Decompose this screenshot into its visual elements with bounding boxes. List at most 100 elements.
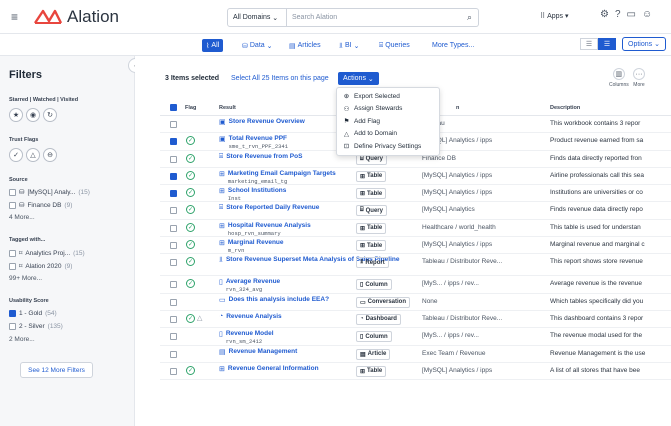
result-title[interactable]: Store Reported Daily Revenue [226,204,319,212]
result-title[interactable]: Revenue General Information [228,365,319,373]
menu-item-privacy-settings[interactable]: ⊡ Define Privacy Settings [337,140,439,153]
result-name[interactable]: ▣ Total Revenue PPF sme_t_rvn_PPF_2341 [219,135,288,150]
result-location[interactable]: [MySQL] Analytics / ipps [422,189,542,196]
checkbox[interactable] [9,249,16,257]
row-checkbox[interactable] [170,298,177,306]
help-icon[interactable]: ? [615,9,621,20]
see-more-filters-button[interactable]: See 12 More Filters [20,362,93,378]
result-title[interactable]: Hospital Revenue Analysis [228,222,311,230]
tab-queries[interactable]: ⌸ Queries [375,39,414,52]
result-title[interactable]: Marginal Revenue [228,239,284,247]
result-name[interactable]: ▣ Store Revenue Overview [219,118,305,126]
row-checkbox[interactable] [170,367,177,375]
table-row[interactable]: ✓ ⌸ Store Reported Daily Revenue ⌸ Query [MyS… [160,202,671,220]
row-checkbox[interactable] [170,207,177,215]
hamburger-menu-icon[interactable]: ≡ [11,10,18,24]
checkbox[interactable] [9,262,16,270]
tag-item[interactable]: ⌑ Analytics Proj... (15) [9,249,85,257]
result-title[interactable]: Average Revenue [226,278,280,286]
row-checkbox[interactable] [170,281,177,289]
result-title[interactable]: Total Revenue PPF [229,135,288,143]
table-row[interactable]: ✓ △ ◔ Revenue Analysis ◔ Dashboard Tableau / D… [160,311,671,329]
result-name[interactable]: ▭ Does this analysis include EEA? [219,296,329,304]
domain-select[interactable]: All Domains ⌄ [227,8,287,27]
user-icon[interactable]: ☺ [642,9,652,20]
tag-more-link[interactable]: 99+ More... [9,275,42,282]
result-location[interactable]: [MySQL] Analytics [422,206,542,213]
select-all-checkbox[interactable] [170,104,177,111]
menu-item-export[interactable]: ⊕ Export Selected [337,90,439,103]
result-location[interactable]: Exec Team / Revenue [422,350,542,357]
star-icon[interactable]: ★ [9,108,23,122]
usability-item[interactable]: 1 - Gold (54) [9,310,57,317]
row-checkbox[interactable] [170,190,177,198]
columns-button[interactable]: ▥ Columns [609,68,629,88]
table-row[interactable]: ✓ ⊞ Revenue General Information ⊞ Table [MySQ… [160,363,671,381]
result-title[interactable]: Revenue Analysis [226,313,281,321]
table-row[interactable]: ▤ Revenue Management ▤ Article Exec Team / R… [160,346,671,363]
source-item[interactable]: ⛁ [MySQL] Analy... (15) [9,188,90,196]
table-row[interactable]: ✓ ⫫ Store Revenue Superset Meta Analysis o… [160,254,671,277]
row-checkbox[interactable] [170,121,177,128]
row-checkbox[interactable] [170,333,177,341]
tab-bi[interactable]: ⫫ BI ⌄ [335,39,363,52]
alation-logo[interactable]: Alation [33,6,119,28]
checkbox[interactable] [9,201,16,209]
result-title[interactable]: Store Revenue Overview [229,118,305,126]
result-name[interactable]: ⊞ Revenue General Information [219,365,319,373]
result-location[interactable]: Finance DB [422,155,542,162]
compact-view-button[interactable]: ☰ [580,38,598,50]
tab-all[interactable]: ⌇ All [202,39,224,52]
checkbox-checked[interactable] [9,310,16,317]
history-icon[interactable]: ↻ [43,108,57,122]
menu-item-add-flag[interactable]: ⚑ Add Flag [337,115,439,128]
menu-item-assign-stewards[interactable]: ⚇ Assign Stewards [337,103,439,116]
result-name[interactable]: ⊞ School Institutions Inst [219,187,286,202]
row-checkbox[interactable] [170,155,177,163]
table-row[interactable]: ✓ ⊞ Marginal Revenue m_rvn ⊞ Table [MySQL] Ana… [160,237,671,255]
result-title[interactable]: School Institutions [228,187,287,195]
result-location[interactable]: [MySQL] Analytics / ipps [422,172,542,179]
menu-item-add-to-domain[interactable]: △ Add to Domain [337,128,439,141]
result-name[interactable]: ◔ Revenue Analysis [219,313,282,321]
result-name[interactable]: ⊞ Hospital Revenue Analysis hosp_rvn_summa… [219,222,311,237]
tab-more-types[interactable]: More Types... [428,39,478,52]
result-name[interactable]: ⊞ Marginal Revenue m_rvn [219,239,284,254]
tag-item[interactable]: ⌑ Alation 2020 (9) [9,262,72,270]
search-input[interactable]: Search Alation ⌕ [286,8,479,27]
result-location[interactable]: Tableau / Distributor Reve... [422,315,542,322]
result-title[interactable]: Revenue Model [226,330,274,338]
table-row[interactable]: ▭ Does this analysis include EEA? ▭ Convers… [160,294,671,311]
result-name[interactable]: ▯ Revenue Model rvn_sm_2412 [219,330,274,345]
search-icon[interactable]: ⌕ [467,12,472,23]
checkbox[interactable] [9,323,16,330]
warning-icon[interactable]: △ [26,148,40,162]
eye-icon[interactable]: ◉ [26,108,40,122]
apps-menu[interactable]: ⠿ Apps ▾ [540,12,569,20]
table-row[interactable]: ✓ ⊞ Hospital Revenue Analysis hosp_rvn_summ… [160,220,671,238]
result-name[interactable]: ⌸ Store Reported Daily Revenue [219,204,319,212]
result-name[interactable]: ⊞ Marketing Email Campaign Targets marketi… [219,170,336,185]
result-title[interactable]: Marketing Email Campaign Targets [228,170,336,178]
select-all-link[interactable]: Select All 25 Items on this page [231,75,329,82]
row-checkbox[interactable] [170,224,177,232]
row-checkbox[interactable] [170,259,177,267]
endorsed-icon[interactable]: ✓ [9,148,23,162]
settings-sliders-icon[interactable]: ⚙ [600,9,609,20]
source-more-link[interactable]: 4 More... [9,214,35,221]
table-row[interactable]: ✓ ⊞ School Institutions Inst ⊞ Table [MySQL] A… [160,185,671,203]
table-row[interactable]: ✓ ⊞ Marketing Email Campaign Targets market… [160,168,671,186]
tab-data[interactable]: ⛁ Data ⌄ [238,39,277,52]
options-button[interactable]: Options ⌄ [622,37,666,51]
result-location[interactable]: Tableau / Distributor Reve... [422,258,542,265]
result-location[interactable]: [MySQL] Analytics / ipps [422,367,542,374]
usability-more-link[interactable]: 2 More... [9,336,35,343]
row-checkbox[interactable] [170,315,177,323]
result-name[interactable]: ▤ Revenue Management [219,348,297,356]
result-title[interactable]: Does this analysis include EEA? [229,296,329,304]
result-location[interactable]: None [422,298,542,305]
result-location[interactable]: [MyS... / ipps / rev... [422,332,542,339]
checkbox[interactable] [9,188,16,196]
tab-articles[interactable]: ▤ Articles [285,39,325,52]
result-location[interactable]: Tableau [422,120,542,127]
